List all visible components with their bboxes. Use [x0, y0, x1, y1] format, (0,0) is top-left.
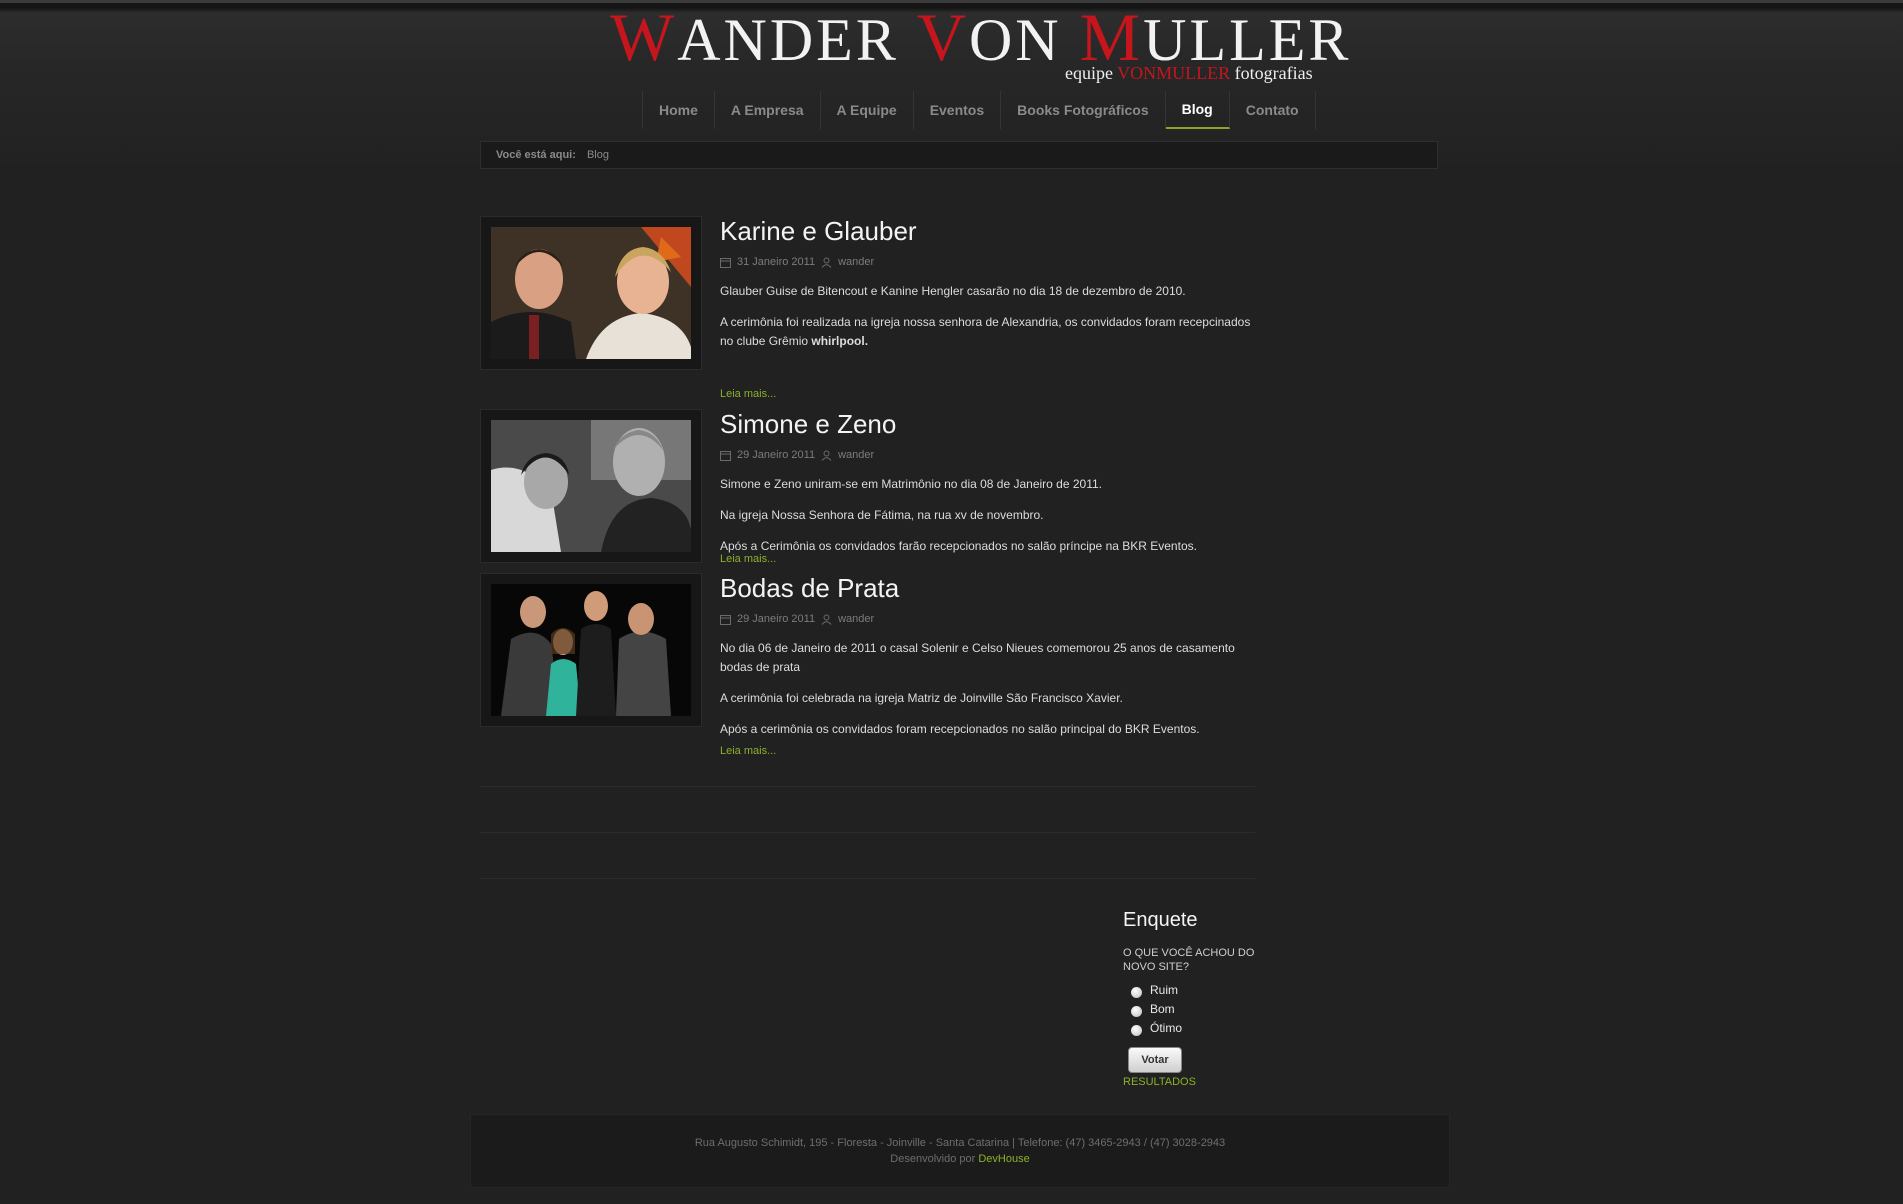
post-author: wander — [838, 613, 875, 625]
nav-item-home[interactable]: Home — [643, 91, 715, 129]
nav-item-blog[interactable]: Blog — [1165, 91, 1230, 129]
divider — [480, 878, 1255, 879]
post-paragraph: Na igreja Nossa Senhora de Fátima, na ru… — [720, 508, 1044, 522]
logo-letter: V — [916, 0, 969, 75]
logo-text: ON — [968, 7, 1062, 73]
footer-credit: Desenvolvido por DevHouse — [471, 1153, 1449, 1165]
read-more-link[interactable]: Leia mais... — [720, 553, 776, 565]
blog-post: Bodas de Prata 29 Janeiro 2011 wander No… — [480, 573, 1255, 763]
post-thumbnail[interactable] — [480, 216, 702, 370]
blog-post: Simone e Zeno 29 Janeiro 2011 wander Sim… — [480, 409, 1255, 569]
post-author: wander — [838, 256, 875, 268]
post-author: wander — [838, 449, 875, 461]
tagline-brand: VONMULLER — [1117, 63, 1231, 83]
radio-button[interactable] — [1131, 986, 1142, 998]
nav-item-a-empresa[interactable]: A Empresa — [715, 91, 821, 129]
post-paragraph: Simone e Zeno uniram-se em Matrimônio no… — [720, 477, 1102, 491]
radio-button[interactable] — [1131, 1024, 1142, 1036]
logo-text: ANDER — [677, 7, 899, 73]
post-paragraph: A cerimônia foi celebrada na igreja Matr… — [720, 691, 1123, 705]
footer-address: Rua Augusto Schimidt, 195 - Floresta - J… — [694, 1137, 1226, 1149]
vote-button[interactable]: Votar — [1128, 1047, 1182, 1073]
nav-item-books[interactable]: Books Fotográficos — [1001, 91, 1166, 129]
poll-option-label: Bom — [1150, 1002, 1175, 1016]
logo-letter: W — [610, 0, 678, 75]
poll-option-bom[interactable]: Bom — [1131, 1002, 1263, 1017]
poll-module: Enquete O QUE VOCÊ ACHOU DO NOVO SITE? R… — [1123, 909, 1263, 1088]
breadcrumb-current[interactable]: Blog — [587, 149, 609, 161]
poll-option-label: Ótimo — [1150, 1021, 1183, 1035]
post-text: Simone e Zeno uniram-se em Matrimônio no… — [720, 475, 1255, 556]
blog-post: Karine e Glauber 31 Janeiro 2011 wander … — [480, 216, 1255, 406]
breadcrumb: Você está aqui: Blog — [480, 141, 1438, 169]
post-paragraph: Após a cerimônia os convidados foram rec… — [720, 722, 1200, 736]
results-link[interactable]: RESULTADOS — [1123, 1076, 1263, 1088]
post-content: Simone e Zeno 29 Janeiro 2011 wander Sim… — [720, 409, 1255, 556]
post-content: Bodas de Prata 29 Janeiro 2011 wander No… — [720, 573, 1255, 739]
post-thumbnail[interactable] — [480, 409, 702, 563]
poll-option-ruim[interactable]: Ruim — [1131, 983, 1263, 998]
post-bold-text: whirlpool. — [811, 334, 869, 348]
post-paragraph-text: A cerimônia foi realizada na igreja noss… — [720, 315, 1251, 348]
user-icon — [821, 614, 832, 625]
user-icon — [821, 257, 832, 268]
post-text: No dia 06 de Janeiro de 2011 o casal Sol… — [720, 639, 1255, 739]
post-title[interactable]: Simone e Zeno — [720, 409, 1255, 439]
footer-credit-text: Desenvolvido por — [890, 1153, 979, 1165]
footer: Rua Augusto Schimidt, 195 - Floresta - J… — [470, 1114, 1450, 1188]
post-title[interactable]: Bodas de Prata — [720, 573, 1255, 603]
poll-options: Ruim Bom Ótimo — [1123, 983, 1263, 1036]
post-text: Glauber Guise de Bitencout e Kanine Heng… — [720, 282, 1255, 351]
tagline-pre: equipe — [1065, 63, 1118, 83]
nav-item-a-equipe[interactable]: A Equipe — [821, 91, 914, 129]
radio-button[interactable] — [1131, 1005, 1142, 1017]
read-more-link[interactable]: Leia mais... — [720, 745, 776, 757]
poll-title: Enquete — [1123, 909, 1198, 931]
breadcrumb-label: Você está aqui: — [496, 149, 576, 161]
post-title[interactable]: Karine e Glauber — [720, 216, 1255, 246]
user-icon — [821, 450, 832, 461]
main-nav: Home A Empresa A Equipe Eventos Books Fo… — [642, 91, 1316, 129]
post-date: 29 Janeiro 2011 — [737, 613, 816, 625]
couple-photo — [491, 420, 691, 552]
read-more-link[interactable]: Leia mais... — [720, 388, 776, 400]
post-meta: 29 Janeiro 2011 wander — [720, 611, 1255, 627]
poll-option-otimo[interactable]: Ótimo — [1131, 1021, 1263, 1036]
post-thumbnail[interactable] — [480, 573, 702, 727]
post-paragraph: No dia 06 de Janeiro de 2011 o casal Sol… — [720, 641, 1235, 674]
divider — [480, 786, 1255, 787]
post-date: 29 Janeiro 2011 — [737, 449, 816, 461]
poll-question: O QUE VOCÊ ACHOU DO NOVO SITE? — [1123, 947, 1255, 973]
devhouse-link[interactable]: DevHouse — [978, 1153, 1029, 1165]
post-meta: 31 Janeiro 2011 wander — [720, 254, 1255, 270]
calendar-icon — [720, 257, 731, 268]
site-logo[interactable]: WANDER VON MULLER — [610, 0, 1348, 75]
couple-photo — [491, 227, 691, 359]
calendar-icon — [720, 614, 731, 625]
site-tagline: equipe VONMULLER fotografias — [1065, 63, 1313, 84]
group-photo — [491, 584, 691, 716]
poll-option-label: Ruim — [1150, 983, 1179, 997]
post-meta: 29 Janeiro 2011 wander — [720, 447, 1255, 463]
post-paragraph: Após a Cerimônia os convidados farão rec… — [720, 539, 1197, 553]
tagline-post: fotografias — [1230, 63, 1313, 83]
calendar-icon — [720, 450, 731, 461]
nav-item-eventos[interactable]: Eventos — [914, 91, 1002, 129]
post-date: 31 Janeiro 2011 — [737, 256, 816, 268]
post-paragraph: Glauber Guise de Bitencout e Kanine Heng… — [720, 284, 1186, 298]
nav-item-contato[interactable]: Contato — [1230, 91, 1316, 129]
divider — [480, 832, 1255, 833]
post-paragraph: A cerimônia foi realizada na igreja noss… — [720, 313, 1255, 351]
post-content: Karine e Glauber 31 Janeiro 2011 wander … — [720, 216, 1255, 351]
